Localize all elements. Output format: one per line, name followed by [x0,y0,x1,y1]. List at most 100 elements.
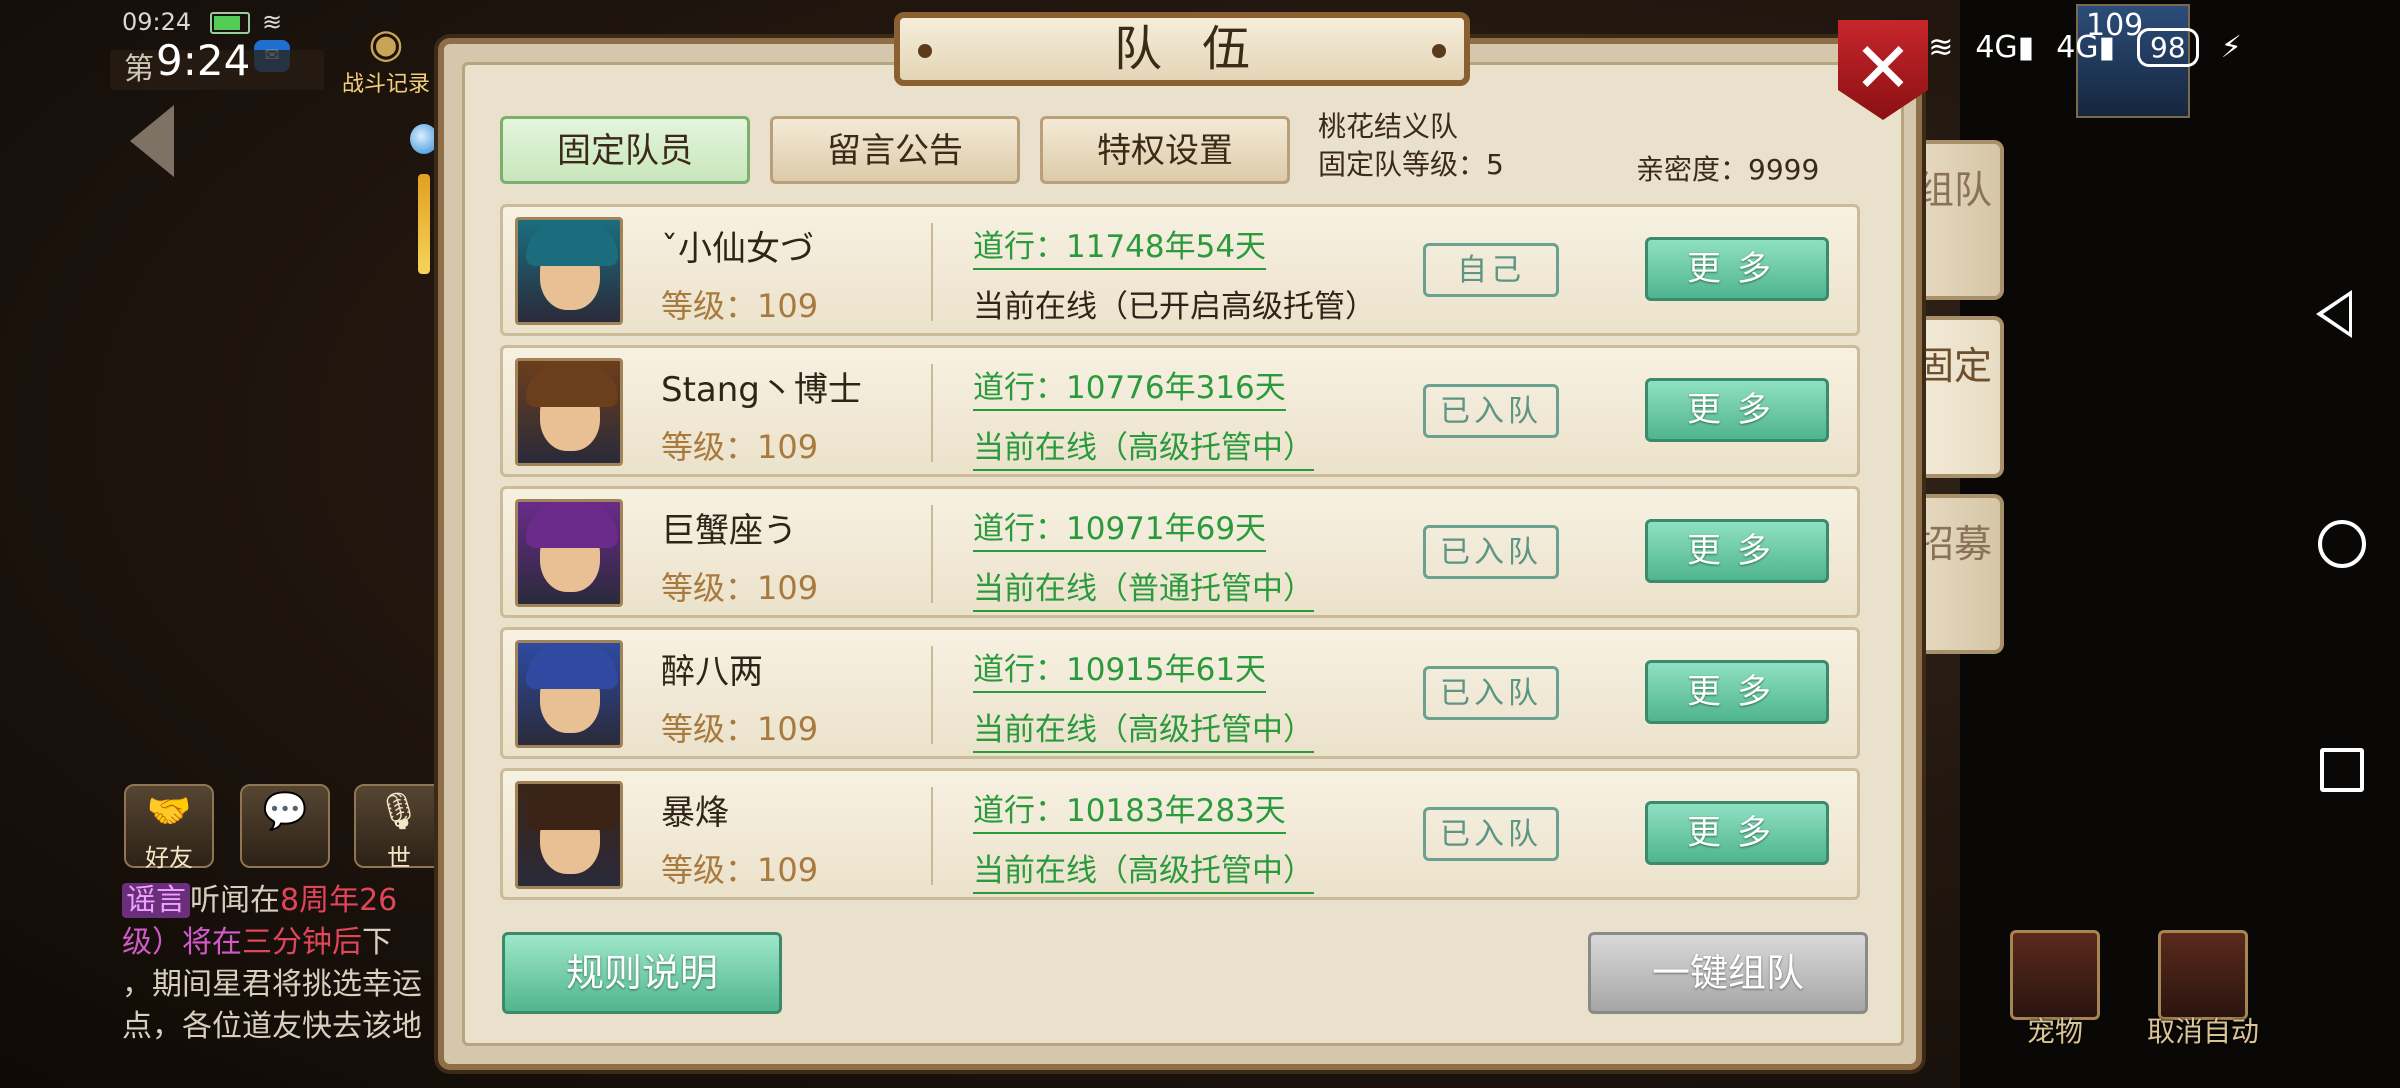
more-button[interactable]: 更多 [1645,378,1829,442]
speech-bubble-icon: 💬 [262,791,308,832]
side-tab-team[interactable]: 组队 [1908,140,2004,300]
member-tag-stamp: 自己 [1423,243,1559,297]
status-bar-right: ◉ ≋ 4G▮ 4G▮ 98 ⚡ [1880,28,2242,67]
member-name: ˇ小仙女づ [661,229,814,269]
member-name: Stang丶博士 [661,370,862,410]
signal-1-icon: 4G▮ [1975,30,2035,65]
panel-title-plate: 队伍 [894,12,1470,86]
cancel-auto-button[interactable]: 取消自动 [2138,930,2268,1050]
friends-label: 好友 [145,844,193,872]
side-tab-fixed[interactable]: 固定 [1908,316,2004,478]
chat-line-4: 点，各位道友快去该地 [122,1009,422,1044]
member-status: 当前在线（普通托管中） [973,563,1314,612]
member-row: ˇ小仙女づ 等级：109 道行：11748年54天 当前在线（已开启高级托管） … [500,204,1860,336]
nav-recent-icon[interactable] [2320,748,2364,792]
member-tag-stamp: 已入队 [1423,384,1559,438]
wifi-right-icon: ≋ [1928,30,1954,65]
member-status: 当前在线（高级托管中） [973,845,1314,894]
member-level: 等级：109 [661,710,819,748]
pendant-tassel-icon [418,174,430,274]
member-row: 巨蟹座う 等级：109 道行：10971年69天 当前在线（普通托管中） 已入队… [500,486,1860,618]
member-level: 等级：109 [661,428,819,466]
member-daoxing: 道行：10915年61天 [973,644,1267,693]
team-intimacy: 亲密度：9999 [1636,153,1820,186]
side-tab-recruit[interactable]: 招募 [1908,494,2004,654]
member-status: 当前在线（高级托管中） [973,422,1314,471]
nav-back-icon[interactable] [2316,290,2352,338]
member-row: Stang丶博士 等级：109 道行：10776年316天 当前在线（高级托管中… [500,345,1860,477]
plate-rivet-icon [1432,44,1446,58]
member-daoxing: 道行：11748年54天 [973,221,1267,270]
tab-privilege-settings[interactable]: 特权设置 [1040,116,1290,184]
crossed-swords-icon [2158,930,2248,1020]
one-key-team-button[interactable]: 一键组队 [1588,932,1868,1014]
charging-icon: ⚡ [2220,30,2242,65]
member-daoxing: 道行：10971年69天 [973,503,1267,552]
more-button[interactable]: 更多 [1645,519,1829,583]
member-avatar[interactable] [515,499,623,607]
member-status: 当前在线（已开启高级托管） [973,289,1376,325]
voice-button[interactable]: 🎙 世 [354,784,444,872]
team-info: 桃花结义队 固定队等级：5 [1318,108,1504,184]
more-button[interactable]: 更多 [1645,237,1829,301]
row-divider [931,364,933,462]
channel-label: 世 [387,844,411,872]
member-avatar[interactable] [515,358,623,466]
plate-rivet-icon [918,44,932,58]
cancel-auto-label: 取消自动 [2146,1015,2259,1048]
member-tag-stamp: 已入队 [1423,525,1559,579]
friends-button[interactable]: 🤝 好友 [124,784,214,872]
panel-title: 队伍 [1113,21,1290,77]
chat-log: 谣言 听闻在8周年26 级）将在三分钟后下 ，期间星君将挑选幸运 点，各位道友快去… [122,880,442,1048]
member-row: 暴烽 等级：109 道行：10183年283天 当前在线（高级托管中） 已入队 … [500,768,1860,900]
row-divider [931,223,933,321]
member-daoxing: 道行：10183年283天 [973,785,1286,834]
sword-icon [2010,930,2100,1020]
member-level: 等级：109 [661,569,819,607]
collapse-arrow-icon[interactable] [130,105,174,177]
team-level: 固定队等级：5 [1318,148,1504,181]
pet-label: 宠物 [2026,1015,2083,1048]
handshake-icon: 🤝 [146,791,192,832]
battery-small-icon [210,12,250,34]
signal-2-icon: 4G▮ [2056,30,2116,65]
row-divider [931,787,933,885]
rumor-tag: 谣言 [122,883,190,918]
pendant-bead-icon [410,124,438,154]
member-daoxing: 道行：10776年316天 [973,362,1286,411]
member-status: 当前在线（高级托管中） [973,704,1314,753]
chat-line-2: 级）将在三分钟后下 [122,925,392,960]
more-button[interactable]: 更多 [1645,660,1829,724]
member-name: 暴烽 [661,793,729,833]
chat-line-1: 谣言 听闻在8周年26 [122,880,442,922]
member-avatar[interactable] [515,217,623,325]
member-level: 等级：109 [661,851,819,889]
battle-record-button[interactable]: ◉ 战斗记录 [336,21,436,97]
more-button[interactable]: 更多 [1645,801,1829,865]
chat-line-3: ，期间星君将挑选幸运 [122,967,422,1002]
pet-button[interactable]: 宠物 [2000,930,2110,1050]
hud-round-text: 第 [124,52,154,87]
member-tag-stamp: 已入队 [1423,807,1559,861]
member-name: 醉八两 [661,652,763,692]
close-icon: ✕ [1853,27,1913,109]
member-avatar[interactable] [515,640,623,748]
chat-button[interactable]: 💬 [240,784,330,868]
rules-button[interactable]: 规则说明 [502,932,782,1014]
battery-indicator: 98 [2137,28,2199,67]
tab-fixed-members[interactable]: 固定队员 [500,116,750,184]
member-level: 等级：109 [661,287,819,325]
member-name: 巨蟹座う [661,511,797,551]
member-row: 醉八两 等级：109 道行：10915年61天 当前在线（高级托管中） 已入队 … [500,627,1860,759]
team-name: 桃花结义队 [1318,110,1459,143]
nav-home-icon[interactable] [2318,520,2366,568]
row-divider [931,505,933,603]
microphone-icon: 🎙 [376,791,422,832]
eye-record-icon: ◉ [368,21,404,67]
member-avatar[interactable] [515,781,623,889]
wifi-icon: ≋ [262,8,283,36]
row-divider [931,646,933,744]
tab-message-board[interactable]: 留言公告 [770,116,1020,184]
status-time-large: 9:24 [156,36,251,85]
member-list: ˇ小仙女づ 等级：109 道行：11748年54天 当前在线（已开启高级托管） … [500,204,1860,909]
